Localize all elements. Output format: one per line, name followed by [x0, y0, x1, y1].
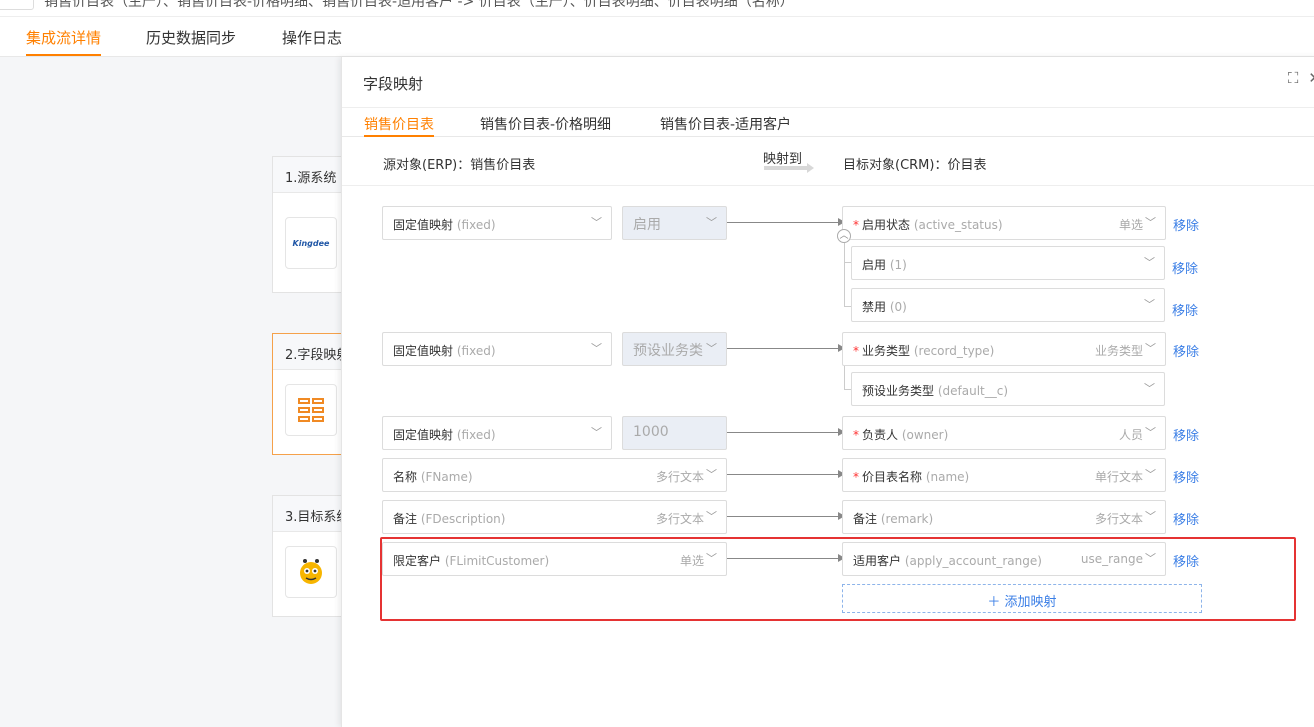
- mapping-arrow: [727, 512, 845, 520]
- option-value-select[interactable]: 启用 (1) ﹀: [851, 246, 1165, 280]
- remove-button[interactable]: 移除: [1172, 258, 1198, 277]
- source-field-select[interactable]: 备注 (FDescription) 多行文本 ﹀: [382, 500, 727, 534]
- chevron-down-icon: ﹀: [706, 468, 717, 481]
- source-field-select[interactable]: 固定值映射 (fixed) ﹀: [382, 332, 612, 366]
- chevron-down-icon: ﹀: [1144, 298, 1155, 311]
- chevron-down-icon: ﹀: [1144, 382, 1155, 395]
- chevron-down-icon: ﹀: [706, 216, 717, 229]
- kingdee-logo: Kingdee: [285, 217, 337, 269]
- target-field-select[interactable]: * 负责人 (owner) 人员 ﹀: [842, 416, 1166, 450]
- chevron-down-icon: ﹀: [591, 426, 602, 439]
- map-to-arrow-icon: [764, 163, 814, 173]
- remove-button[interactable]: 移除: [1173, 551, 1199, 570]
- chevron-down-icon: ﹀: [591, 216, 602, 229]
- chevron-down-icon: ﹀: [706, 552, 717, 565]
- field-mapping-panel: 字段映射 ⛶ ✕ 销售价目表 销售价目表-价格明细 销售价目表-适用客户 源对象…: [341, 57, 1314, 727]
- target-field-select[interactable]: 备注 (remark) 多行文本 ﹀: [842, 500, 1166, 534]
- back-button[interactable]: [0, 0, 34, 10]
- target-field-select[interactable]: 适用客户 (apply_account_range) use_range ﹀: [842, 542, 1166, 576]
- field-mapping-card[interactable]: 2.字段映射: [272, 333, 352, 455]
- object-tabs: 销售价目表 销售价目表-价格明细 销售价目表-适用客户: [342, 107, 1314, 137]
- source-system-card[interactable]: 1.源系统 Kingdee: [272, 156, 352, 293]
- mapping-icon: [285, 384, 337, 436]
- source-object-label: 源对象(ERP)：销售价目表: [383, 158, 536, 173]
- fixed-value-input[interactable]: 1000: [622, 416, 727, 450]
- source-system-title: 1.源系统: [273, 157, 351, 193]
- add-mapping-button[interactable]: ＋ 添加映射: [842, 584, 1202, 613]
- field-mapping-title: 2.字段映射: [273, 334, 351, 370]
- chevron-down-icon: ﹀: [1145, 426, 1156, 439]
- tab-operation-log[interactable]: 操作日志: [282, 27, 342, 48]
- fixed-value-select[interactable]: 启用 ﹀: [622, 206, 727, 240]
- fixed-value-select[interactable]: 预设业务类 ﹀: [622, 332, 727, 366]
- chevron-down-icon: ﹀: [1145, 552, 1156, 565]
- remove-button[interactable]: 移除: [1173, 509, 1199, 528]
- target-field-select[interactable]: * 价目表名称 (name) 单行文本 ﹀: [842, 458, 1166, 492]
- panel-title: 字段映射: [363, 75, 424, 93]
- chevron-down-icon: ﹀: [1145, 468, 1156, 481]
- map-to-label: 映射到: [763, 152, 803, 167]
- mapping-arrow: [727, 554, 845, 562]
- remove-button[interactable]: 移除: [1173, 341, 1199, 360]
- mapping-arrow: [727, 218, 845, 226]
- remove-button[interactable]: 移除: [1172, 300, 1198, 319]
- close-icon[interactable]: ✕: [1308, 69, 1314, 87]
- mapping-arrow: [727, 470, 845, 478]
- remove-button[interactable]: 移除: [1173, 425, 1199, 444]
- remove-button[interactable]: 移除: [1173, 215, 1199, 234]
- chevron-down-icon: ﹀: [1145, 510, 1156, 523]
- target-object-label: 目标对象(CRM)：价目表: [843, 158, 987, 173]
- source-field-select[interactable]: 固定值映射 (fixed) ﹀: [382, 206, 612, 240]
- option-value-select[interactable]: 预设业务类型 (default__c) ﹀: [851, 372, 1165, 406]
- mapping-arrow: [727, 428, 845, 436]
- tab-price-detail[interactable]: 销售价目表-价格明细: [480, 114, 611, 134]
- mapping-arrow: [727, 344, 845, 352]
- target-field-select[interactable]: * 启用状态 (active_status) 单选 ﹀: [842, 206, 1166, 240]
- chevron-down-icon: ﹀: [706, 342, 717, 355]
- kingdee-logo-text: Kingdee: [292, 238, 330, 248]
- target-system-card[interactable]: 3.目标系统: [272, 495, 352, 617]
- chevron-down-icon: ﹀: [1145, 342, 1156, 355]
- tab-price-list[interactable]: 销售价目表: [364, 114, 434, 137]
- object-header: 源对象(ERP)：销售价目表 映射到 目标对象(CRM)：价目表: [342, 138, 1314, 186]
- tab-history-sync[interactable]: 历史数据同步: [146, 27, 236, 48]
- source-field-select[interactable]: 固定值映射 (fixed) ﹀: [382, 416, 612, 450]
- breadcrumb: 销售价目表（生产）、销售价目表-价格明细、销售价目表-适用客户 -> 价目表（生…: [44, 0, 794, 10]
- source-field-select[interactable]: 名称 (FName) 多行文本 ﹀: [382, 458, 727, 492]
- chevron-down-icon: ﹀: [591, 342, 602, 355]
- fullscreen-icon[interactable]: ⛶: [1288, 69, 1299, 87]
- chevron-down-icon: ﹀: [1145, 216, 1156, 229]
- main-tabs: 集成流详情 历史数据同步 操作日志: [0, 17, 1314, 57]
- top-breadcrumb-bar: 销售价目表（生产）、销售价目表-价格明细、销售价目表-适用客户 -> 价目表（生…: [0, 0, 1314, 17]
- fxiaoke-logo: [285, 546, 337, 598]
- option-value-select[interactable]: 禁用 (0) ﹀: [851, 288, 1165, 322]
- tab-flow-detail[interactable]: 集成流详情: [26, 27, 102, 56]
- chevron-down-icon: ﹀: [706, 510, 717, 523]
- collapse-icon[interactable]: ︿: [837, 229, 851, 243]
- target-field-select[interactable]: * 业务类型 (record_type) 业务类型 ﹀: [842, 332, 1166, 366]
- target-system-title: 3.目标系统: [273, 496, 351, 532]
- chevron-down-icon: ﹀: [1144, 256, 1155, 269]
- source-field-select[interactable]: 限定客户 (FLimitCustomer) 单选 ﹀: [382, 542, 727, 576]
- tab-applicable-customer[interactable]: 销售价目表-适用客户: [660, 114, 791, 134]
- remove-button[interactable]: 移除: [1173, 467, 1199, 486]
